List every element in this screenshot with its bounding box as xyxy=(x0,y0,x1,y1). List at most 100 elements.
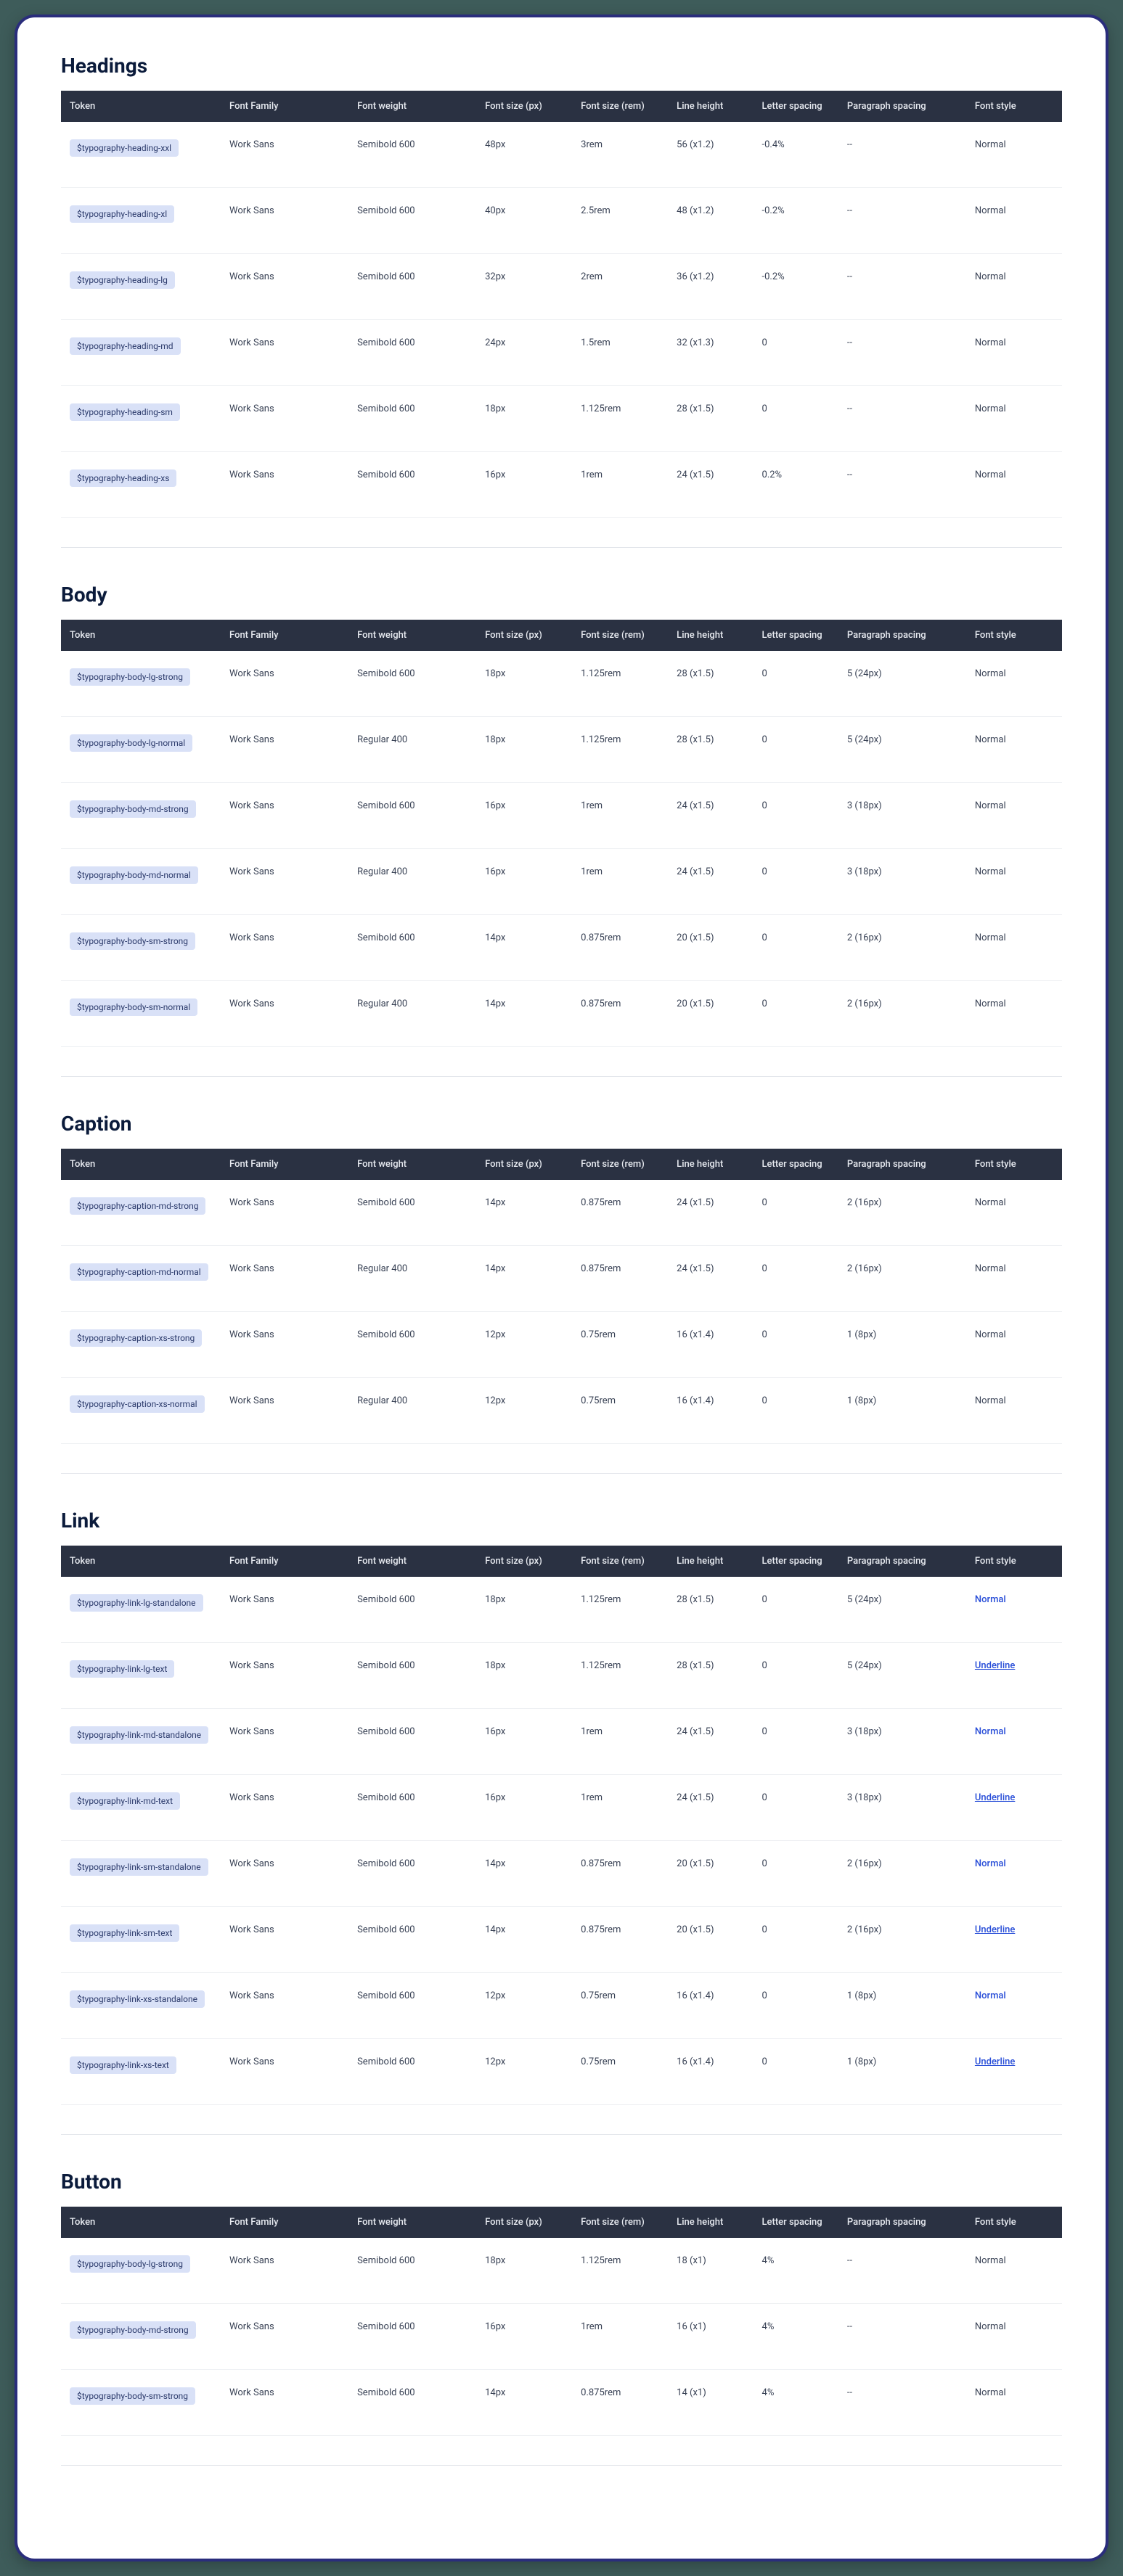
col-header-paraSpacing: Paragraph spacing xyxy=(838,1546,966,1577)
col-header-family: Font Family xyxy=(221,620,348,651)
col-header-token: Token xyxy=(61,1546,221,1577)
cell-fontStyle: Normal xyxy=(966,1180,1062,1246)
cell-letterSpacing: 0 xyxy=(754,1180,838,1246)
font-style-value: Normal xyxy=(975,469,1006,480)
table-row: $typography-heading-xxlWork SansSemibold… xyxy=(61,122,1062,188)
cell-sizeRem: 1rem xyxy=(572,2304,668,2370)
table-row: $typography-link-sm-textWork SansSemibol… xyxy=(61,1907,1062,1973)
token-pill: $typography-link-md-standalone xyxy=(70,1726,208,1744)
cell-letterSpacing: 0 xyxy=(754,1378,838,1444)
section-title: Headings xyxy=(61,54,1062,78)
cell-weight: Semibold 600 xyxy=(348,651,476,717)
token-pill: $typography-heading-lg xyxy=(70,271,175,289)
font-style-value: Normal xyxy=(975,403,1006,414)
cell-family: Work Sans xyxy=(221,188,348,254)
cell-letterSpacing: -0.2% xyxy=(754,188,838,254)
cell-sizePx: 16px xyxy=(476,783,572,849)
cell-fontStyle: Underline xyxy=(966,1907,1062,1973)
token-pill: $typography-heading-xl xyxy=(70,205,174,223)
col-header-lineHeight: Line height xyxy=(668,91,753,122)
col-header-lineHeight: Line height xyxy=(668,1546,753,1577)
token-pill: $typography-link-md-text xyxy=(70,1792,180,1810)
col-header-fontStyle: Font style xyxy=(966,1149,1062,1180)
cell-letterSpacing: 0.2% xyxy=(754,452,838,518)
col-header-family: Font Family xyxy=(221,1149,348,1180)
cell-weight: Semibold 600 xyxy=(348,1180,476,1246)
cell-sizePx: 16px xyxy=(476,1709,572,1775)
token-pill: $typography-body-md-strong xyxy=(70,800,196,818)
cell-sizeRem: 1rem xyxy=(572,1709,668,1775)
typography-table: TokenFont FamilyFont weightFont size (px… xyxy=(61,2207,1062,2436)
table-row: $typography-heading-lg Work SansSemibold … xyxy=(61,254,1062,320)
cell-sizePx: 16px xyxy=(476,1775,572,1841)
cell-family: Work Sans xyxy=(221,254,348,320)
cell-sizeRem: 0.875rem xyxy=(572,2370,668,2436)
col-header-lineHeight: Line height xyxy=(668,2207,753,2238)
cell-weight: Semibold 600 xyxy=(348,1643,476,1709)
section-link: LinkTokenFont FamilyFont weightFont size… xyxy=(61,1509,1062,2105)
col-header-token: Token xyxy=(61,2207,221,2238)
cell-paraSpacing: 2 (16px) xyxy=(838,1907,966,1973)
col-header-weight: Font weight xyxy=(348,620,476,651)
token-pill: $typography-caption-md-strong xyxy=(70,1197,205,1215)
col-header-letterSpacing: Letter spacing xyxy=(754,620,838,651)
cell-fontStyle: Normal xyxy=(966,452,1062,518)
table-row: $typography-body-sm-strongWork SansSemib… xyxy=(61,915,1062,981)
col-header-sizePx: Font size (px) xyxy=(476,2207,572,2238)
col-header-sizePx: Font size (px) xyxy=(476,1546,572,1577)
cell-fontStyle: Normal xyxy=(966,651,1062,717)
font-style-value: Normal xyxy=(975,734,1006,745)
token-pill: $typography-body-sm-strong xyxy=(70,2387,195,2405)
cell-paraSpacing: 5 (24px) xyxy=(838,1643,966,1709)
cell-letterSpacing: 4% xyxy=(754,2238,838,2304)
section-headings: HeadingsTokenFont FamilyFont weightFont … xyxy=(61,54,1062,518)
typography-table: TokenFont FamilyFont weightFont size (px… xyxy=(61,1546,1062,2105)
font-style-value: Normal xyxy=(975,800,1006,811)
font-style-value: Underline xyxy=(975,1660,1015,1671)
cell-paraSpacing: 2 (16px) xyxy=(838,1180,966,1246)
table-header-row: TokenFont FamilyFont weightFont size (px… xyxy=(61,1546,1062,1577)
cell-fontStyle: Normal xyxy=(966,783,1062,849)
cell-letterSpacing: 0 xyxy=(754,1973,838,2039)
table-row: $typography-caption-xs-strongWork SansSe… xyxy=(61,1312,1062,1378)
cell-sizeRem: 0.75rem xyxy=(572,1973,668,2039)
font-style-value: Underline xyxy=(975,1792,1015,1803)
cell-family: Work Sans xyxy=(221,651,348,717)
col-header-lineHeight: Line height xyxy=(668,1149,753,1180)
cell-sizePx: 40px xyxy=(476,188,572,254)
cell-lineHeight: 48 (x1.2) xyxy=(668,188,753,254)
cell-paraSpacing: -- xyxy=(838,2304,966,2370)
cell-lineHeight: 20 (x1.5) xyxy=(668,981,753,1047)
cell-sizeRem: 1rem xyxy=(572,1775,668,1841)
cell-family: Work Sans xyxy=(221,1775,348,1841)
token-pill: $typography-caption-md-normal xyxy=(70,1263,208,1281)
typography-spec-frame: HeadingsTokenFont FamilyFont weightFont … xyxy=(15,15,1108,2561)
cell-sizeRem: 1.125rem xyxy=(572,1577,668,1643)
cell-paraSpacing: 3 (18px) xyxy=(838,849,966,915)
col-header-weight: Font weight xyxy=(348,1546,476,1577)
col-header-sizeRem: Font size (rem) xyxy=(572,91,668,122)
cell-weight: Semibold 600 xyxy=(348,122,476,188)
font-style-value: Normal xyxy=(975,1263,1006,1274)
cell-lineHeight: 16 (x1.4) xyxy=(668,1973,753,2039)
cell-sizeRem: 0.875rem xyxy=(572,1180,668,1246)
section-title: Caption xyxy=(61,1112,1062,1136)
col-header-family: Font Family xyxy=(221,1546,348,1577)
cell-family: Work Sans xyxy=(221,1643,348,1709)
cell-family: Work Sans xyxy=(221,1577,348,1643)
font-style-value: Normal xyxy=(975,271,1006,282)
cell-weight: Semibold 600 xyxy=(348,254,476,320)
section-caption: CaptionTokenFont FamilyFont weightFont s… xyxy=(61,1112,1062,1444)
cell-paraSpacing: 3 (18px) xyxy=(838,1709,966,1775)
cell-fontStyle: Normal xyxy=(966,2304,1062,2370)
cell-letterSpacing: 0 xyxy=(754,981,838,1047)
cell-sizeRem: 3rem xyxy=(572,122,668,188)
cell-letterSpacing: 0 xyxy=(754,1907,838,1973)
cell-sizePx: 32px xyxy=(476,254,572,320)
cell-letterSpacing: 4% xyxy=(754,2304,838,2370)
table-row: $typography-heading-mdWork SansSemibold … xyxy=(61,320,1062,386)
col-header-letterSpacing: Letter spacing xyxy=(754,2207,838,2238)
cell-lineHeight: 24 (x1.5) xyxy=(668,849,753,915)
cell-family: Work Sans xyxy=(221,717,348,783)
cell-family: Work Sans xyxy=(221,1180,348,1246)
